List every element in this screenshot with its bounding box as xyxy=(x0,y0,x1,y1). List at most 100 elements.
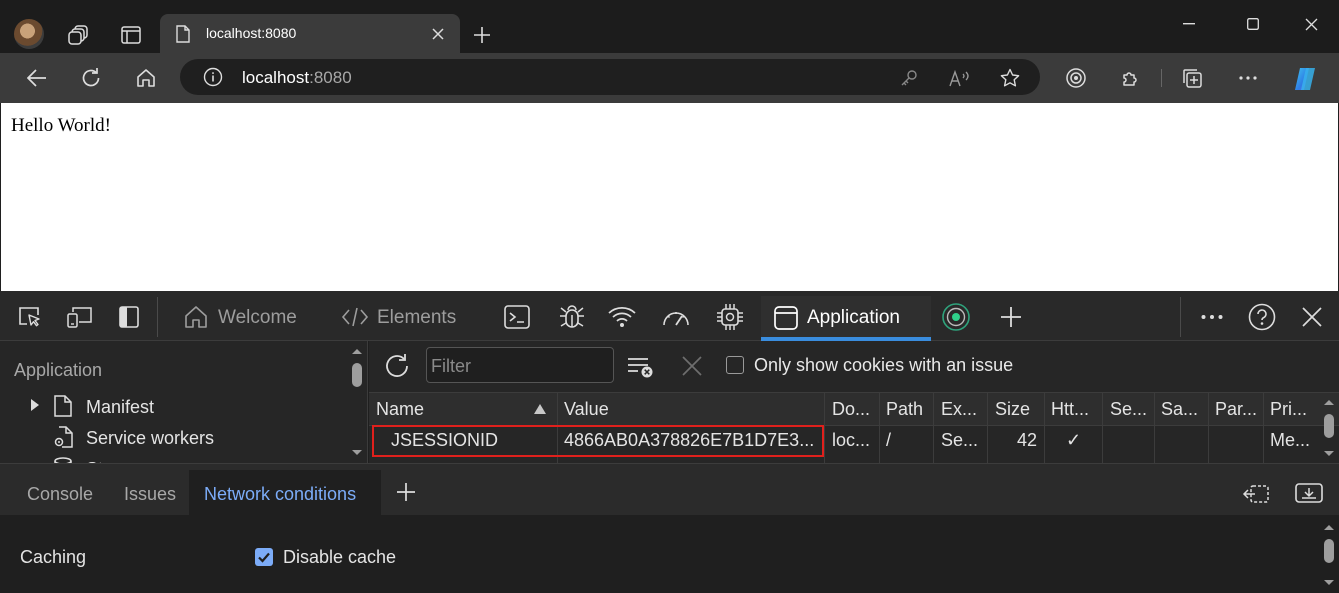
tab-localhost[interactable]: localhost:8080 xyxy=(160,14,460,53)
column-size[interactable]: Size xyxy=(995,399,1030,420)
scroll-up-arrow-icon[interactable] xyxy=(351,347,363,355)
home-icon xyxy=(182,303,210,331)
focus-mode-icon[interactable] xyxy=(940,301,972,333)
devtools-separator-right xyxy=(1180,297,1181,337)
sidebar-item-service-workers[interactable]: Service workers xyxy=(86,428,214,449)
caching-label: Caching xyxy=(20,547,87,567)
sidebar-item-manifest[interactable]: Manifest xyxy=(86,397,154,418)
browser-toolbar: localhost:8080 xyxy=(0,53,1339,103)
drawer-tab-bar: Console Issues Network conditions xyxy=(0,463,1339,516)
back-icon[interactable] xyxy=(24,65,50,91)
tab-welcome[interactable]: Welcome xyxy=(218,307,297,329)
network-wifi-icon[interactable] xyxy=(606,303,638,331)
scroll-down-arrow-icon[interactable] xyxy=(351,449,363,457)
delete-cookie-icon[interactable] xyxy=(680,354,704,378)
maximize-icon[interactable] xyxy=(1242,14,1264,34)
site-info-icon[interactable] xyxy=(202,66,224,88)
column-samesite[interactable]: Sa... xyxy=(1161,399,1198,420)
vertical-tabs-icon[interactable] xyxy=(118,22,144,48)
sidebar-scrollbar[interactable] xyxy=(349,345,365,461)
column-name[interactable]: Name xyxy=(376,399,424,420)
disable-cache-checkbox[interactable] xyxy=(255,548,273,566)
tracking-prevention-icon[interactable] xyxy=(1064,66,1088,90)
favorite-star-icon[interactable] xyxy=(998,66,1022,90)
home-icon[interactable] xyxy=(133,65,159,91)
dock-side-icon[interactable] xyxy=(117,304,141,330)
cookies-scroll-thumb[interactable] xyxy=(1324,414,1334,438)
column-secure[interactable]: Se... xyxy=(1110,399,1147,420)
customize-more-icon[interactable] xyxy=(1198,304,1226,330)
column-httponly[interactable]: Htt... xyxy=(1051,399,1089,420)
console-icon[interactable] xyxy=(503,304,531,330)
sidebar-scroll-thumb[interactable] xyxy=(352,363,362,387)
new-tab-icon[interactable] xyxy=(470,23,494,47)
network-conditions-panel: Caching Disable cache xyxy=(0,515,1339,593)
tab-application[interactable]: Application xyxy=(761,296,931,340)
refresh-icon[interactable] xyxy=(78,65,104,91)
dock-drawer-icon[interactable] xyxy=(1294,480,1324,506)
password-key-icon[interactable] xyxy=(898,67,920,89)
sources-bug-icon[interactable] xyxy=(557,302,587,332)
devtools-separator xyxy=(157,297,158,337)
cookie-filter-input[interactable]: Filter xyxy=(426,347,614,383)
column-value[interactable]: Value xyxy=(564,399,609,420)
only-issues-label: Only show cookies with an issue xyxy=(754,355,1014,375)
devtools-toolbar: Welcome Elements Application xyxy=(0,291,1339,341)
column-priority[interactable]: Pri... xyxy=(1270,399,1307,420)
gear-file-icon xyxy=(52,425,74,449)
drawer-tab-console[interactable]: Console xyxy=(27,484,93,505)
memory-chip-icon[interactable] xyxy=(715,302,745,332)
profile-avatar[interactable] xyxy=(14,19,44,49)
read-aloud-icon[interactable] xyxy=(948,67,972,89)
sort-ascending-icon[interactable] xyxy=(533,403,547,415)
tab-title: localhost:8080 xyxy=(206,25,297,41)
column-partition-key[interactable]: Par... xyxy=(1215,399,1257,420)
url-text: localhost:8080 xyxy=(242,68,352,87)
add-drawer-tab-icon[interactable] xyxy=(394,480,418,504)
expand-triangle-icon[interactable] xyxy=(28,398,40,412)
column-expires[interactable]: Ex... xyxy=(941,399,977,420)
drawer-tab-network-conditions[interactable]: Network conditions xyxy=(189,470,381,516)
database-icon xyxy=(52,456,74,463)
more-menu-icon[interactable] xyxy=(1236,66,1260,90)
inspect-element-icon[interactable] xyxy=(16,304,44,330)
collections-icon[interactable] xyxy=(1180,66,1204,90)
cookies-panel: Filter Only show cookies with an issue N… xyxy=(369,341,1339,463)
scroll-up-arrow-icon[interactable] xyxy=(1323,398,1335,406)
page-body-text: Hello World! xyxy=(11,115,111,136)
close-devtools-icon[interactable] xyxy=(1299,304,1325,330)
help-icon[interactable] xyxy=(1247,302,1277,332)
file-icon xyxy=(52,394,74,418)
only-issues-checkbox[interactable] xyxy=(726,356,744,374)
scroll-up-arrow-icon[interactable] xyxy=(1323,523,1335,531)
minimize-icon[interactable] xyxy=(1178,14,1200,34)
cookies-scrollbar[interactable] xyxy=(1321,396,1337,462)
workspaces-icon[interactable] xyxy=(66,22,92,48)
scroll-down-arrow-icon[interactable] xyxy=(1323,579,1335,587)
address-bar[interactable]: localhost:8080 xyxy=(180,59,1040,95)
drawer-tab-issues[interactable]: Issues xyxy=(124,484,176,505)
close-window-icon[interactable] xyxy=(1300,14,1322,34)
page-icon xyxy=(174,24,192,44)
performance-gauge-icon[interactable] xyxy=(660,303,692,331)
cell-size: 42 xyxy=(1017,430,1038,450)
page-viewport: Hello World! xyxy=(1,103,1338,291)
close-tab-icon[interactable] xyxy=(428,24,448,44)
scroll-down-arrow-icon[interactable] xyxy=(1323,450,1335,458)
device-emulation-icon[interactable] xyxy=(66,304,94,330)
refresh-cookies-icon[interactable] xyxy=(382,351,412,381)
move-to-top-icon[interactable] xyxy=(1241,480,1271,506)
checkmark-icon xyxy=(258,552,270,563)
copilot-icon[interactable] xyxy=(1290,64,1320,94)
drawer-scrollbar[interactable] xyxy=(1321,521,1337,591)
cookie-table-header: Name Value Do... Path Ex... Size Htt... … xyxy=(369,392,1339,426)
highlight-annotation xyxy=(372,425,824,457)
drawer-scroll-thumb[interactable] xyxy=(1324,539,1334,563)
column-domain[interactable]: Do... xyxy=(832,399,870,420)
cell-domain: loc... xyxy=(832,430,871,450)
extensions-icon[interactable] xyxy=(1119,66,1143,90)
column-path[interactable]: Path xyxy=(886,399,923,420)
clear-filtered-cookies-icon[interactable] xyxy=(626,354,656,380)
more-tools-plus-icon[interactable] xyxy=(998,304,1024,330)
tab-elements[interactable]: Elements xyxy=(377,307,456,329)
